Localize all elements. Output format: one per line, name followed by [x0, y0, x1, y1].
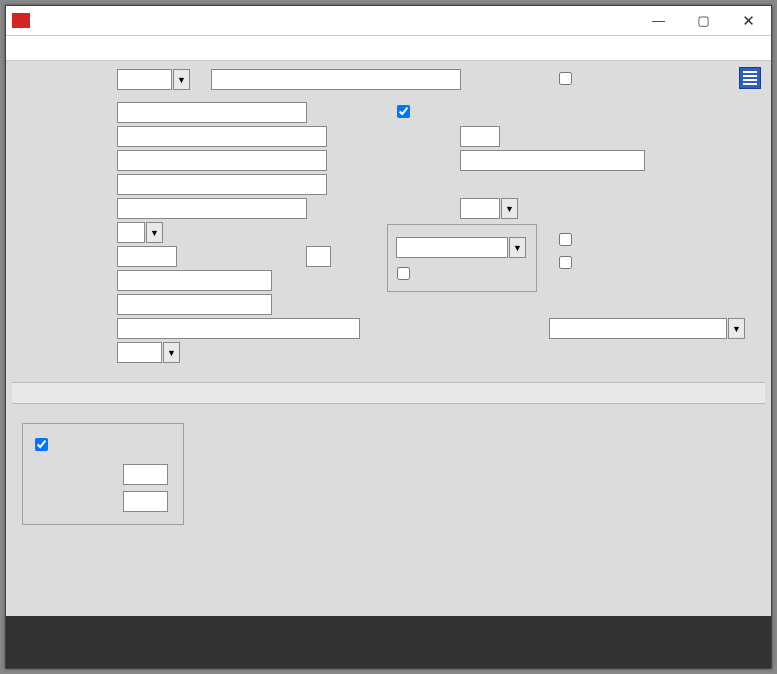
- address1-input[interactable]: [117, 150, 327, 171]
- disable-branch-checkbox[interactable]: [559, 72, 572, 85]
- air-miles-group: [22, 423, 184, 525]
- window: — ▢ ✕ ▼ ▼: [5, 5, 772, 669]
- maximize-button[interactable]: ▢: [681, 6, 726, 36]
- print-address-checkbox[interactable]: [397, 105, 410, 118]
- taxloc-dropdown[interactable]: ▼: [163, 342, 180, 363]
- zip-input[interactable]: [117, 246, 177, 267]
- company-input[interactable]: [117, 126, 327, 147]
- tabstrip: [12, 382, 765, 404]
- taxid-input[interactable]: [460, 150, 645, 171]
- titlebar: — ▢ ✕: [6, 6, 771, 36]
- hamburger-icon[interactable]: [739, 67, 761, 89]
- disable-delivery-check[interactable]: [397, 267, 415, 280]
- fax-input[interactable]: [117, 294, 272, 315]
- disable-branch-check[interactable]: [559, 72, 577, 85]
- disable-zip-checkbox[interactable]: [559, 233, 572, 246]
- function-key-bar: [6, 616, 771, 668]
- enable-air-checkbox[interactable]: [35, 438, 48, 451]
- minimize-button[interactable]: —: [636, 6, 681, 36]
- name-input[interactable]: [117, 102, 307, 123]
- delivery-std-dropdown[interactable]: ▼: [509, 237, 526, 258]
- branch-desc-input[interactable]: [211, 69, 461, 90]
- warehouse-dropdown[interactable]: ▼: [501, 198, 518, 219]
- phone-input[interactable]: [117, 270, 272, 291]
- app-logo: [12, 13, 30, 28]
- delivery-std-input[interactable]: [396, 237, 508, 258]
- taxloc-input[interactable]: [117, 342, 162, 363]
- import-catalog-input[interactable]: [549, 318, 727, 339]
- location-input[interactable]: [123, 491, 168, 512]
- enable-whs-checkbox[interactable]: [559, 256, 572, 269]
- import-catalog-dropdown[interactable]: ▼: [728, 318, 745, 339]
- menubar: [6, 36, 771, 61]
- close-button[interactable]: ✕: [726, 6, 771, 36]
- disable-zip-check[interactable]: [559, 233, 577, 246]
- state-dropdown[interactable]: ▼: [146, 222, 163, 243]
- disable-delivery-checkbox[interactable]: [397, 267, 410, 280]
- branch-id-dropdown[interactable]: ▼: [173, 69, 190, 90]
- state-input[interactable]: [117, 222, 145, 243]
- sponsor-input[interactable]: [123, 464, 168, 485]
- warehouse-input[interactable]: [460, 198, 500, 219]
- branch-id-input[interactable]: [117, 69, 172, 90]
- enable-whs-check[interactable]: [559, 256, 577, 269]
- delivery-point-input[interactable]: [306, 246, 331, 267]
- address2-input[interactable]: [117, 174, 327, 195]
- delivery-interface-group: ▼: [387, 224, 537, 292]
- enable-air-check[interactable]: [35, 438, 53, 451]
- print-address-check[interactable]: [397, 105, 415, 118]
- content-area: ▼ ▼ ▼: [6, 61, 771, 616]
- offset-input[interactable]: [460, 126, 500, 147]
- city-input[interactable]: [117, 198, 307, 219]
- email-input[interactable]: [117, 318, 360, 339]
